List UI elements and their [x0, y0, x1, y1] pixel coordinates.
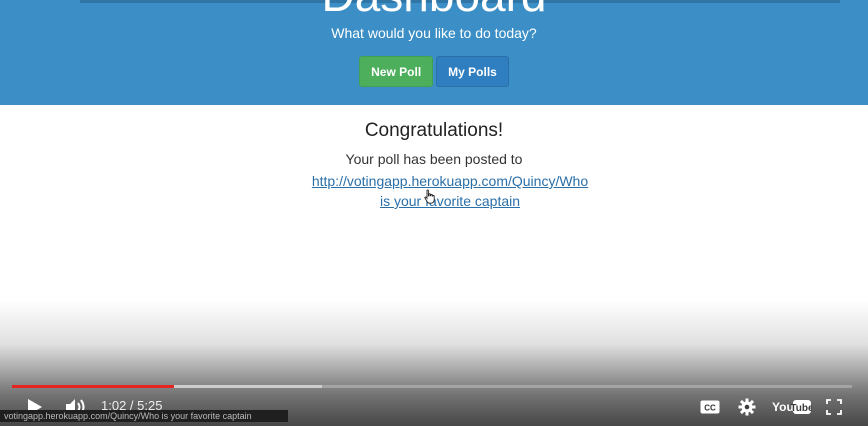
success-heading: Congratulations!	[364, 120, 504, 141]
success-message: Your poll has been posted to	[345, 151, 523, 167]
poll-link-line-2[interactable]: is your favorite captain	[380, 193, 520, 209]
svg-text:Tube: Tube	[790, 403, 812, 414]
my-polls-button[interactable]: My Polls	[436, 56, 509, 87]
svg-text:CC: CC	[704, 404, 716, 413]
action-buttons: New Poll My Polls	[0, 56, 868, 87]
fullscreen-icon[interactable]	[826, 399, 842, 415]
hand-cursor-icon	[424, 189, 435, 204]
page-title: Dashboard	[0, 0, 868, 18]
video-frame: Dashboard What would you like to do toda…	[0, 0, 868, 426]
poll-link-line-1[interactable]: http://votingapp.herokuapp.com/Quincy/Wh…	[312, 173, 588, 189]
poll-link[interactable]: http://votingapp.herokuapp.com/Quincy/Wh…	[300, 171, 600, 211]
youtube-logo[interactable]: You Tube	[772, 398, 812, 416]
new-poll-button[interactable]: New Poll	[359, 56, 434, 87]
settings-icon[interactable]	[738, 398, 756, 416]
dashboard-header: Dashboard What would you like to do toda…	[0, 0, 868, 105]
progress-played	[12, 385, 175, 388]
status-url: votingapp.herokuapp.com/Quincy/Who is yo…	[0, 410, 288, 422]
cc-icon[interactable]: CC	[700, 400, 720, 414]
progress-bar[interactable]	[12, 385, 852, 388]
page-subtitle: What would you like to do today?	[331, 25, 537, 41]
